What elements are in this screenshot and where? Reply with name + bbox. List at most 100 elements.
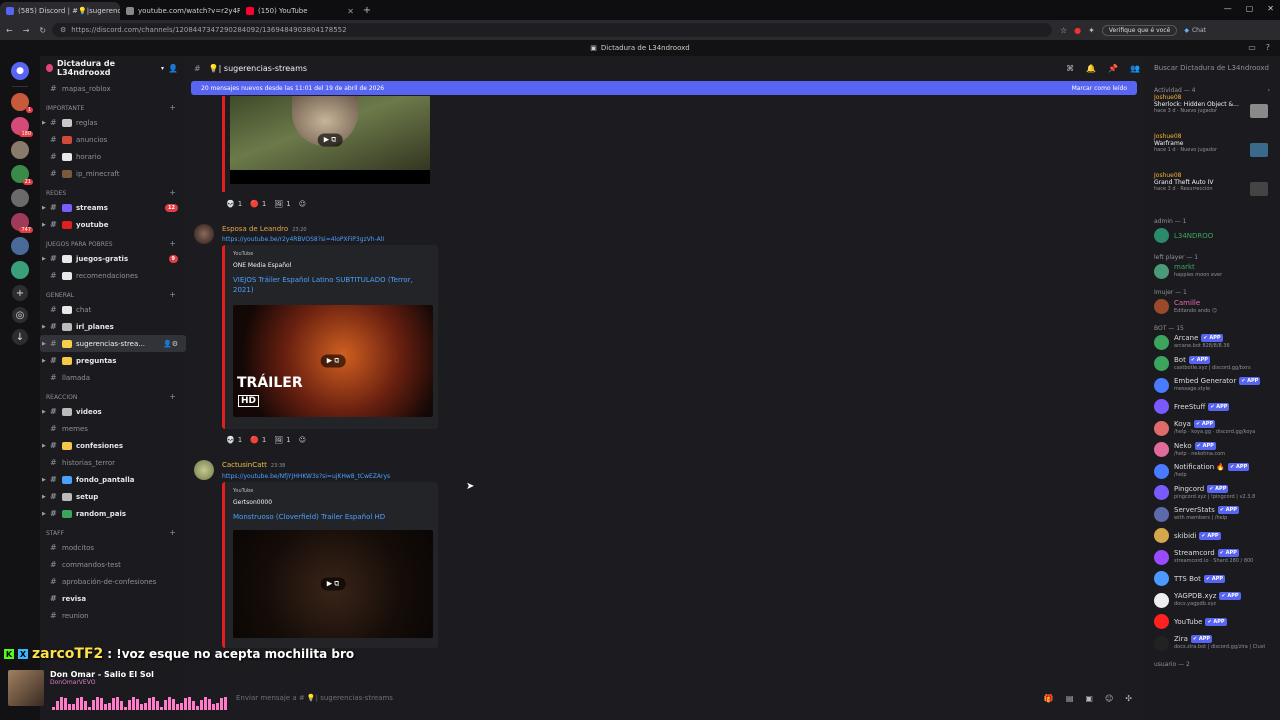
channel-item[interactable]: ▶ # sugerencias-strea... 👤⚙ [40, 335, 186, 352]
apps-icon[interactable]: ✣ [1125, 694, 1132, 703]
channel-category[interactable]: REDES + [40, 182, 186, 199]
play-icon[interactable]: ▶ ⧉ [317, 133, 343, 147]
browser-tab[interactable]: youtube.com/watch?v=r2y4RBV✕ [120, 2, 240, 20]
activity-card[interactable]: Joshue08 Sherlock: Hidden Object &... hace… [1144, 94, 1280, 133]
channel-settings-icon[interactable]: 👤⚙ [163, 340, 178, 348]
reaction[interactable]: 🖼 1 [274, 436, 290, 444]
chevron-right-icon[interactable]: › [1268, 87, 1270, 94]
channel-item[interactable]: # historias_terror [40, 454, 186, 471]
channel-item[interactable]: ▶ # preguntas [40, 352, 186, 369]
add-channel-icon[interactable]: + [169, 103, 176, 112]
channel-item[interactable]: # commandos-test [40, 556, 186, 573]
member-item[interactable]: Streamcord ✔ APP streamcord.io · Shard 280… [1144, 547, 1280, 569]
add-server-icon[interactable]: + [12, 285, 28, 301]
channel-item[interactable]: # ip_minecraft [40, 165, 186, 182]
message-composer[interactable]: Enviar mensaje a # 💡| sugerencias-stream… [186, 686, 1144, 710]
minimize-icon[interactable]: — [1224, 4, 1232, 13]
star-icon[interactable]: ☆ [1060, 26, 1067, 35]
members-icon[interactable]: 👥 [1130, 64, 1140, 73]
maximize-icon[interactable]: ▢ [1246, 4, 1254, 13]
member-item[interactable]: ServerStats ✔ APP with members | /help [1144, 504, 1280, 526]
message-link[interactable]: https://youtube.be/r2y4RBVOS8?si=4loPXFi… [222, 236, 384, 243]
new-tab-button[interactable]: + [360, 5, 374, 16]
member-item[interactable]: Embed Generator ✔ APP message.style [1144, 375, 1280, 397]
new-messages-banner[interactable]: 20 mensajes nuevos desde las 11:01 del 1… [191, 81, 1137, 95]
member-item[interactable]: TTS Bot ✔ APP [1144, 568, 1280, 590]
url-field[interactable]: ⚙ https://discord.com/channels/120844734… [52, 23, 1052, 37]
video-thumbnail-prev[interactable]: ▶ ⧉ [230, 96, 430, 184]
gift-icon[interactable]: 🎁 [1044, 694, 1054, 703]
message-link[interactable]: https://youtube.be/NfjYJHHKW3s?si=ujKHw8… [222, 473, 390, 480]
author-name[interactable]: Esposa de Leandro [222, 225, 288, 233]
mark-as-read-button[interactable]: Marcar como leído [1072, 85, 1127, 92]
channel-item[interactable]: # aprobación-de-confesiones [40, 573, 186, 590]
avatar[interactable] [194, 460, 214, 480]
bell-icon[interactable]: 🔔 [1086, 64, 1096, 73]
channel-item[interactable]: ▶ # confesiones [40, 437, 186, 454]
channel-category[interactable]: JUEGOS PARA POBRES + [40, 233, 186, 250]
discover-icon[interactable]: ◎ [12, 307, 28, 323]
activity-card[interactable]: Joshue08 Warframe hace 1 d · Nuevo jugador [1144, 133, 1280, 172]
add-reaction-icon[interactable]: ☺ [299, 436, 306, 444]
help-icon[interactable]: ? [1266, 43, 1270, 52]
channel-category[interactable]: GENERAL + [40, 284, 186, 301]
channel-item[interactable]: ▶ # youtube [40, 216, 186, 233]
inbox-icon[interactable]: ▭ [1248, 43, 1256, 52]
member-item[interactable]: Arcane ✔ APP arcane.bot 828/8/8.36 [1144, 332, 1280, 354]
server-icon[interactable] [11, 189, 29, 207]
member-item[interactable]: YAGPDB.xyz ✔ APP docs.yagpdb.xyz [1144, 590, 1280, 612]
add-reaction-icon[interactable]: ☺ [299, 200, 306, 208]
channel-item[interactable]: ▶ # videos [40, 403, 186, 420]
member-item[interactable]: Bot ✔ APP castbotle.xyz | discord.gg/bxrs [1144, 353, 1280, 375]
server-search[interactable]: Buscar Dictadura de L34ndrooxd [1144, 56, 1280, 80]
member-item[interactable]: Notification 🔥 ✔ APP/help [1144, 461, 1280, 483]
extensions-icon[interactable]: ✦ [1088, 26, 1095, 35]
channel-item[interactable]: ▶ # fondo_pantalla [40, 471, 186, 488]
extension-icon[interactable]: ● [1074, 26, 1081, 35]
pin-icon[interactable]: 📌 [1108, 64, 1118, 73]
channel-item[interactable]: ▶ # setup [40, 488, 186, 505]
member-item[interactable]: Neko ✔ APP/help · nekotina.com [1144, 439, 1280, 461]
play-icon[interactable]: ▶ ⧉ [320, 354, 346, 368]
channel-item[interactable]: # memes [40, 420, 186, 437]
play-icon[interactable]: ▶ ⧉ [320, 577, 346, 591]
author-name[interactable]: CactusinCatt [222, 461, 267, 469]
browser-tab[interactable]: (150) YouTube ✕ [240, 2, 360, 20]
member-item[interactable]: FreeStuff ✔ APP [1144, 396, 1280, 418]
reaction[interactable]: 💀 1 [226, 436, 242, 444]
activity-card[interactable]: Joshue08 Grand Theft Auto IV hace 3 d · Re… [1144, 172, 1280, 211]
embed-author[interactable]: Gertson0000 [233, 499, 272, 506]
add-channel-icon[interactable]: + [169, 290, 176, 299]
sticker-icon[interactable]: ▣ [1085, 694, 1093, 703]
guild-header[interactable]: Dictadura de L34ndrooxd ▾ 👤 [40, 56, 186, 80]
server-icon[interactable]: 21 [11, 165, 33, 185]
embed-author[interactable]: ONE Media Español [233, 262, 291, 269]
add-channel-icon[interactable]: + [169, 528, 176, 537]
video-thumbnail[interactable]: TRÁILER HD ▶ ⧉ [233, 305, 433, 417]
server-icon[interactable] [11, 237, 29, 255]
member-item[interactable]: Camille Editando ando 😏 [1144, 296, 1280, 318]
reaction[interactable]: 💀 1 [226, 200, 242, 208]
channel-item[interactable]: ▶ # streams 12 [40, 199, 186, 216]
add-channel-icon[interactable]: + [169, 239, 176, 248]
channel-item[interactable]: # modcitos [40, 539, 186, 556]
server-icon[interactable]: 747 [11, 213, 33, 233]
channel-category[interactable]: REACCION + [40, 386, 186, 403]
forward-icon[interactable]: → [23, 26, 30, 35]
back-icon[interactable]: ← [6, 26, 13, 35]
home-button[interactable]: ● [11, 62, 29, 80]
channel-item[interactable]: ▶ # juegos-gratis 9 [40, 250, 186, 267]
close-icon[interactable]: ✕ [1267, 4, 1274, 13]
channel-item[interactable]: # anuncios [40, 131, 186, 148]
channel-item[interactable]: # reunion [40, 607, 186, 624]
reaction[interactable]: 🔴 1 [250, 200, 266, 208]
channel-item[interactable]: ▶ # irl_planes [40, 318, 186, 335]
download-icon[interactable]: ↓ [12, 329, 28, 345]
server-icon[interactable]: 180 [11, 117, 33, 137]
browser-tab[interactable]: (585) Discord | #💡|sugerencias-s✕ [0, 2, 120, 20]
member-item[interactable]: markt happies moon ever [1144, 261, 1280, 283]
channel-category[interactable]: IMPORTANTE + [40, 97, 186, 114]
reaction[interactable]: 🖼 1 [274, 200, 290, 208]
server-icon[interactable] [11, 141, 29, 159]
member-item[interactable]: Koya ✔ APP/help · koya.gg · discord.gg/ko… [1144, 418, 1280, 440]
